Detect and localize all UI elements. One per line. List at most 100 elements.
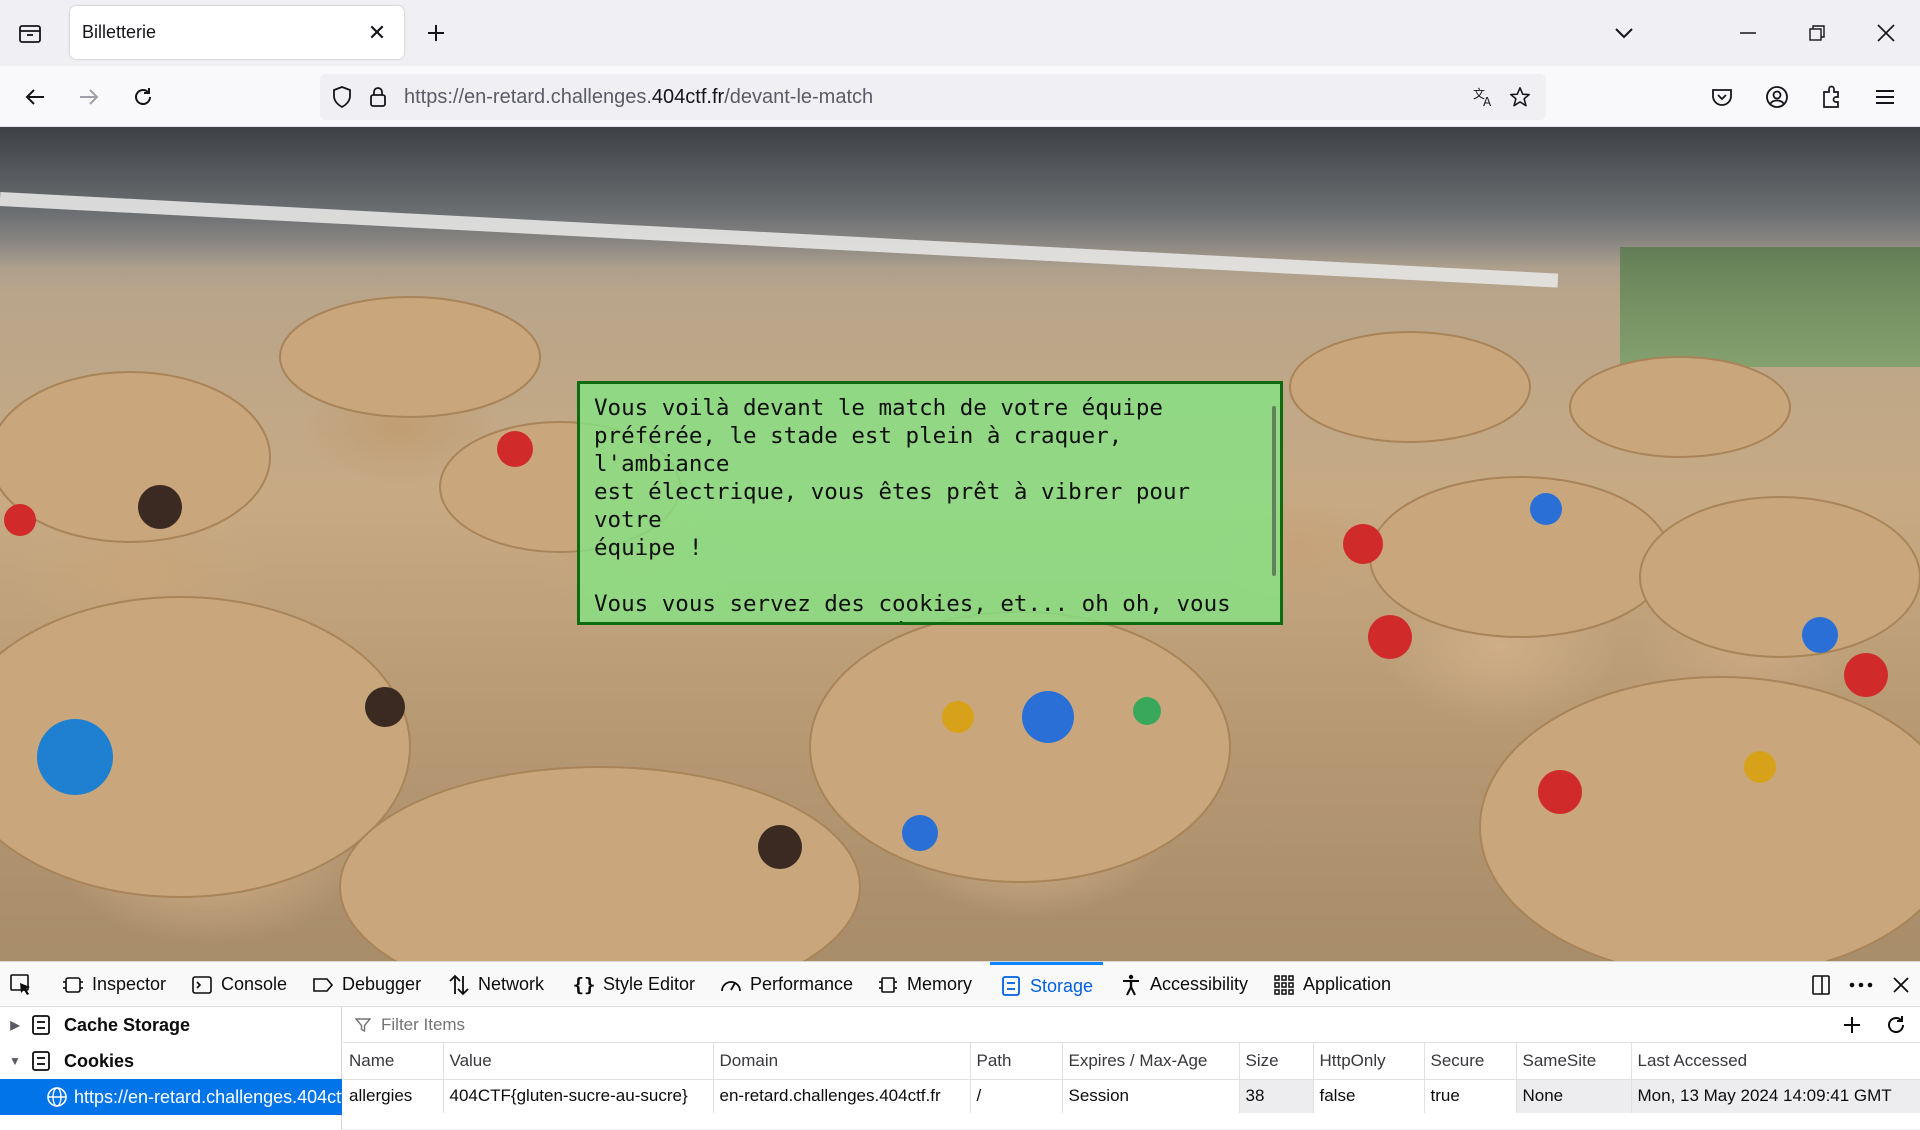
column-header[interactable]: Name <box>343 1043 444 1080</box>
column-header[interactable]: Last Accessed <box>1631 1043 1920 1080</box>
devtools-panel: Inspector Console Debugger Network {} St… <box>0 961 1920 1130</box>
pocket-icon[interactable] <box>1703 78 1741 116</box>
column-header[interactable]: SameSite <box>1516 1043 1632 1080</box>
column-header[interactable]: Value <box>443 1043 714 1080</box>
tracking-protection-shield-icon[interactable] <box>324 79 360 115</box>
restore-icon[interactable] <box>1797 14 1837 52</box>
sidebar-item-label: Cache Storage <box>64 1014 191 1035</box>
tab-style-editor[interactable]: {} Style Editor <box>573 962 695 1007</box>
tab-label: Style Editor <box>603 974 696 994</box>
tab-label: Console <box>221 974 288 994</box>
tab-label: Accessibility <box>1150 974 1249 994</box>
tab-debugger[interactable]: Debugger <box>312 962 421 1007</box>
story-message-box: Vous voilà devant le match de votre équi… <box>577 381 1283 625</box>
column-header[interactable]: Size <box>1239 1043 1314 1080</box>
sidebar-item-cookies[interactable]: ▼ Cookies <box>0 1043 342 1079</box>
element-picker-icon[interactable] <box>10 962 40 1007</box>
filter-icon <box>355 1017 373 1033</box>
cell-size[interactable]: 38 <box>1239 1079 1314 1113</box>
story-paragraph-1: Vous voilà devant le match de votre équi… <box>594 395 1191 561</box>
close-devtools-icon[interactable] <box>1888 972 1914 998</box>
close-tab-icon[interactable]: ✕ <box>364 20 390 46</box>
browser-tab[interactable]: Billetterie ✕ <box>70 6 404 59</box>
tab-network[interactable]: Network <box>448 962 544 1007</box>
tab-strip: Billetterie ✕ <box>0 0 1920 66</box>
url-host: 404ctf.fr <box>651 85 725 108</box>
cell-samesite[interactable]: None <box>1516 1079 1632 1113</box>
cookies-table: Name Value Domain Path Expires / Max-Age… <box>343 1043 1920 1113</box>
column-header[interactable]: Expires / Max-Age <box>1062 1043 1240 1080</box>
translate-icon[interactable]: 文A <box>1466 79 1502 115</box>
table-header-row: Name Value Domain Path Expires / Max-Age… <box>343 1043 1920 1080</box>
collapse-triangle-icon[interactable]: ▼ <box>8 1054 22 1068</box>
cell-httponly[interactable]: false <box>1313 1079 1425 1113</box>
memory-icon <box>877 974 899 996</box>
account-icon[interactable] <box>1758 78 1796 116</box>
database-icon <box>30 1050 52 1072</box>
sidebar-item-cache-storage[interactable]: ▶ Cache Storage <box>0 1007 342 1043</box>
tab-label: Debugger <box>342 974 422 994</box>
column-header[interactable]: HttpOnly <box>1313 1043 1425 1080</box>
tab-label: Performance <box>750 974 854 994</box>
forward-icon[interactable] <box>70 78 108 116</box>
close-window-icon[interactable] <box>1866 14 1906 52</box>
sidebar-item-label: Cookies <box>64 1050 135 1071</box>
cell-last-accessed[interactable]: Mon, 13 May 2024 14:09:41 GMT <box>1631 1079 1920 1113</box>
tab-accessibility[interactable]: Accessibility <box>1120 962 1248 1007</box>
list-tabs-chevron-icon[interactable] <box>1604 14 1644 52</box>
refresh-items-icon[interactable] <box>1883 1012 1909 1038</box>
cell-value[interactable]: 404CTF{gluten-sucre-au-sucre} <box>443 1079 714 1113</box>
tab-application[interactable]: Application <box>1273 962 1391 1007</box>
more-options-icon[interactable] <box>1848 972 1874 998</box>
minimize-icon[interactable] <box>1728 14 1768 52</box>
cell-secure[interactable]: true <box>1424 1079 1517 1113</box>
tab-inspector[interactable]: Inspector <box>62 962 166 1007</box>
inspector-icon <box>62 974 84 996</box>
storage-main: Name Value Domain Path Expires / Max-Age… <box>343 1007 1920 1130</box>
application-icon <box>1273 974 1295 996</box>
console-icon <box>191 974 213 996</box>
story-paragraph-2: Vous vous servez des cookies, et... oh o… <box>594 591 1231 622</box>
url-bar[interactable]: https://en-retard.challenges.404ctf.fr/d… <box>320 74 1546 120</box>
column-header[interactable]: Path <box>970 1043 1063 1080</box>
tab-label: Storage <box>1030 975 1094 996</box>
column-header[interactable]: Secure <box>1424 1043 1517 1080</box>
devtools-toolbar: Inspector Console Debugger Network {} St… <box>0 962 1920 1007</box>
style-editor-icon: {} <box>572 973 596 996</box>
tab-overview-icon[interactable] <box>12 18 48 48</box>
tab-console[interactable]: Console <box>191 962 287 1007</box>
column-header[interactable]: Domain <box>713 1043 971 1080</box>
storage-sidebar: ▶ Cache Storage ▼ Cookies https://en-ret… <box>0 1007 342 1130</box>
database-icon <box>30 1014 52 1036</box>
cell-path[interactable]: / <box>970 1079 1063 1113</box>
svg-text:A: A <box>1483 95 1492 108</box>
tab-memory[interactable]: Memory <box>877 962 972 1007</box>
filter-items-input[interactable] <box>381 1014 1281 1035</box>
tab-label: Network <box>478 974 545 994</box>
extensions-icon[interactable] <box>1812 78 1850 116</box>
globe-icon <box>46 1086 68 1108</box>
cell-name[interactable]: allergies <box>343 1079 444 1113</box>
tab-performance[interactable]: Performance <box>720 962 853 1007</box>
url-text[interactable]: https://en-retard.challenges.404ctf.fr/d… <box>404 86 1466 109</box>
add-item-icon[interactable] <box>1839 1012 1865 1038</box>
cell-expires[interactable]: Session <box>1062 1079 1240 1113</box>
storage-icon <box>1000 975 1022 997</box>
tab-storage[interactable]: Storage <box>990 962 1104 1007</box>
navigation-bar: https://en-retard.challenges.404ctf.fr/d… <box>0 66 1920 127</box>
bookmark-star-icon[interactable] <box>1502 79 1538 115</box>
cell-domain[interactable]: en-retard.challenges.404ctf.fr <box>713 1079 971 1113</box>
lock-icon[interactable] <box>360 79 396 115</box>
page-viewport: Vous voilà devant le match de votre équi… <box>0 127 1920 961</box>
table-row[interactable]: allergies 404CTF{gluten-sucre-au-sucre} … <box>343 1079 1920 1113</box>
network-icon <box>448 974 470 996</box>
sidebar-item-cookie-host[interactable]: https://en-retard.challenges.404ctf.fr <box>0 1079 342 1115</box>
accessibility-icon <box>1120 974 1142 996</box>
story-scrollbar[interactable] <box>1272 406 1276 576</box>
dock-side-icon[interactable] <box>1808 972 1834 998</box>
back-icon[interactable] <box>16 78 54 116</box>
reload-icon[interactable] <box>124 78 162 116</box>
hamburger-menu-icon[interactable] <box>1866 78 1904 116</box>
expand-triangle-icon[interactable]: ▶ <box>8 1018 22 1032</box>
new-tab-icon[interactable] <box>420 17 452 49</box>
